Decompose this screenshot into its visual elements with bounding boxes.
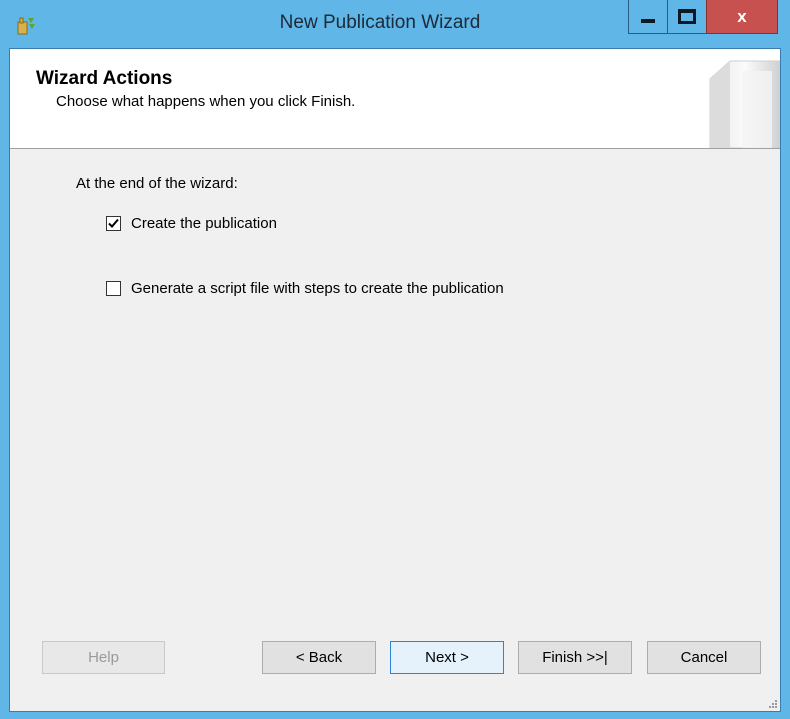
end-of-wizard-label: At the end of the wizard: bbox=[76, 175, 238, 192]
cancel-button[interactable]: Cancel bbox=[647, 641, 761, 674]
wizard-content: Wizard Actions Choose what happens when … bbox=[9, 48, 781, 712]
create-publication-label: Create the publication bbox=[131, 215, 277, 232]
back-button[interactable]: < Back bbox=[262, 641, 376, 674]
create-publication-option[interactable]: Create the publication bbox=[106, 215, 277, 232]
maximize-icon bbox=[678, 9, 696, 24]
resize-grip-icon[interactable] bbox=[768, 699, 778, 709]
wizard-book-icon bbox=[709, 60, 780, 148]
page-title: Wizard Actions bbox=[36, 68, 173, 89]
maximize-button[interactable] bbox=[667, 0, 707, 34]
close-button[interactable]: x bbox=[706, 0, 778, 34]
next-button[interactable]: Next > bbox=[390, 641, 504, 674]
generate-script-option[interactable]: Generate a script file with steps to cre… bbox=[106, 280, 504, 297]
checkmark-icon bbox=[108, 218, 119, 228]
page-subtitle: Choose what happens when you click Finis… bbox=[56, 93, 356, 110]
help-button[interactable]: Help bbox=[42, 641, 165, 674]
minimize-button[interactable] bbox=[628, 0, 668, 34]
generate-script-checkbox[interactable] bbox=[106, 281, 121, 296]
title-bar[interactable]: New Publication Wizard x bbox=[0, 0, 790, 48]
wizard-window: New Publication Wizard x Wizard Actions … bbox=[0, 0, 790, 719]
finish-button[interactable]: Finish >>| bbox=[518, 641, 632, 674]
wizard-header: Wizard Actions Choose what happens when … bbox=[10, 49, 780, 149]
minimize-icon bbox=[641, 18, 655, 23]
create-publication-checkbox[interactable] bbox=[106, 216, 121, 231]
close-icon: x bbox=[737, 6, 747, 26]
generate-script-label: Generate a script file with steps to cre… bbox=[131, 280, 504, 297]
